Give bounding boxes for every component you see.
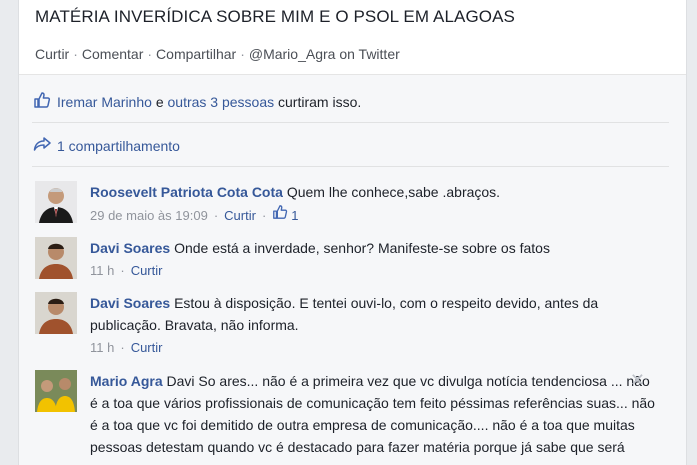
shares-link[interactable]: 1 compartilhamento bbox=[57, 138, 180, 154]
comment-text: Onde está a inverdade, senhor? Manifeste… bbox=[174, 240, 550, 256]
avatar[interactable] bbox=[35, 237, 77, 279]
comment-author-link[interactable]: Roosevelt Patriota Cota Cota bbox=[90, 184, 283, 200]
comment-timestamp[interactable]: 11 h bbox=[90, 337, 114, 359]
thumbs-up-icon bbox=[33, 91, 51, 112]
shares-summary: 1 compartilhamento bbox=[33, 136, 180, 155]
post-actions: Curtir · Comentar · Compartilhar · @Mario_Agra… bbox=[35, 46, 400, 62]
share-link[interactable]: Compartilhar bbox=[156, 46, 236, 62]
comment-meta: 11 h · Curtir bbox=[90, 260, 660, 282]
comment-author-link[interactable]: Davi Soares bbox=[90, 240, 170, 256]
likes-summary: Iremar Marinho e outras 3 pessoas curtir… bbox=[33, 91, 361, 112]
comment-text: Quem lhe conhece,sabe .abraços. bbox=[286, 184, 501, 200]
comment-timestamp[interactable]: 29 de maio às 19:09 bbox=[90, 205, 208, 227]
thumbs-up-icon bbox=[272, 204, 288, 227]
like-count: 1 bbox=[291, 207, 299, 223]
twitter-link[interactable]: @Mario_Agra on Twitter bbox=[249, 46, 400, 62]
avatar[interactable] bbox=[35, 370, 77, 412]
likes-and: e bbox=[155, 93, 164, 110]
comment-meta: 29 de maio às 19:09 · Curtir · 1 bbox=[90, 204, 660, 227]
post-title: MATÉRIA INVERÍDICA SOBRE MIM E O PSOL EM… bbox=[35, 7, 515, 26]
avatar[interactable] bbox=[35, 292, 77, 334]
comment-author-link[interactable]: Mario Agra bbox=[90, 373, 163, 389]
liker-name-link[interactable]: Iremar Marinho bbox=[57, 94, 152, 110]
comment-like-count[interactable]: 1 bbox=[272, 204, 299, 227]
comment-like-link[interactable]: Curtir bbox=[131, 337, 163, 359]
post-card: MATÉRIA INVERÍDICA SOBRE MIM E O PSOL EM… bbox=[18, 0, 687, 465]
like-link[interactable]: Curtir bbox=[35, 46, 69, 62]
likes-suffix: curtiram isso. bbox=[278, 93, 362, 110]
comment-author-link[interactable]: Davi Soares bbox=[90, 295, 170, 311]
divider bbox=[32, 122, 669, 123]
comment-like-link[interactable]: Curtir bbox=[131, 260, 163, 282]
comment-link[interactable]: Comentar bbox=[82, 46, 143, 62]
comment-text: Davi So ares... não é a primeira vez que… bbox=[90, 373, 655, 455]
close-icon[interactable]: ✕ bbox=[630, 370, 645, 391]
share-arrow-icon bbox=[33, 136, 51, 155]
avatar[interactable] bbox=[35, 181, 77, 223]
divider bbox=[32, 166, 669, 167]
comment-like-link[interactable]: Curtir bbox=[224, 205, 256, 227]
comment-meta: 11 h · Curtir bbox=[90, 337, 660, 359]
post-footer: Iremar Marinho e outras 3 pessoas curtir… bbox=[19, 74, 686, 465]
other-likers-link[interactable]: outras 3 pessoas bbox=[168, 94, 275, 110]
comment-timestamp[interactable]: 11 h bbox=[90, 260, 114, 282]
